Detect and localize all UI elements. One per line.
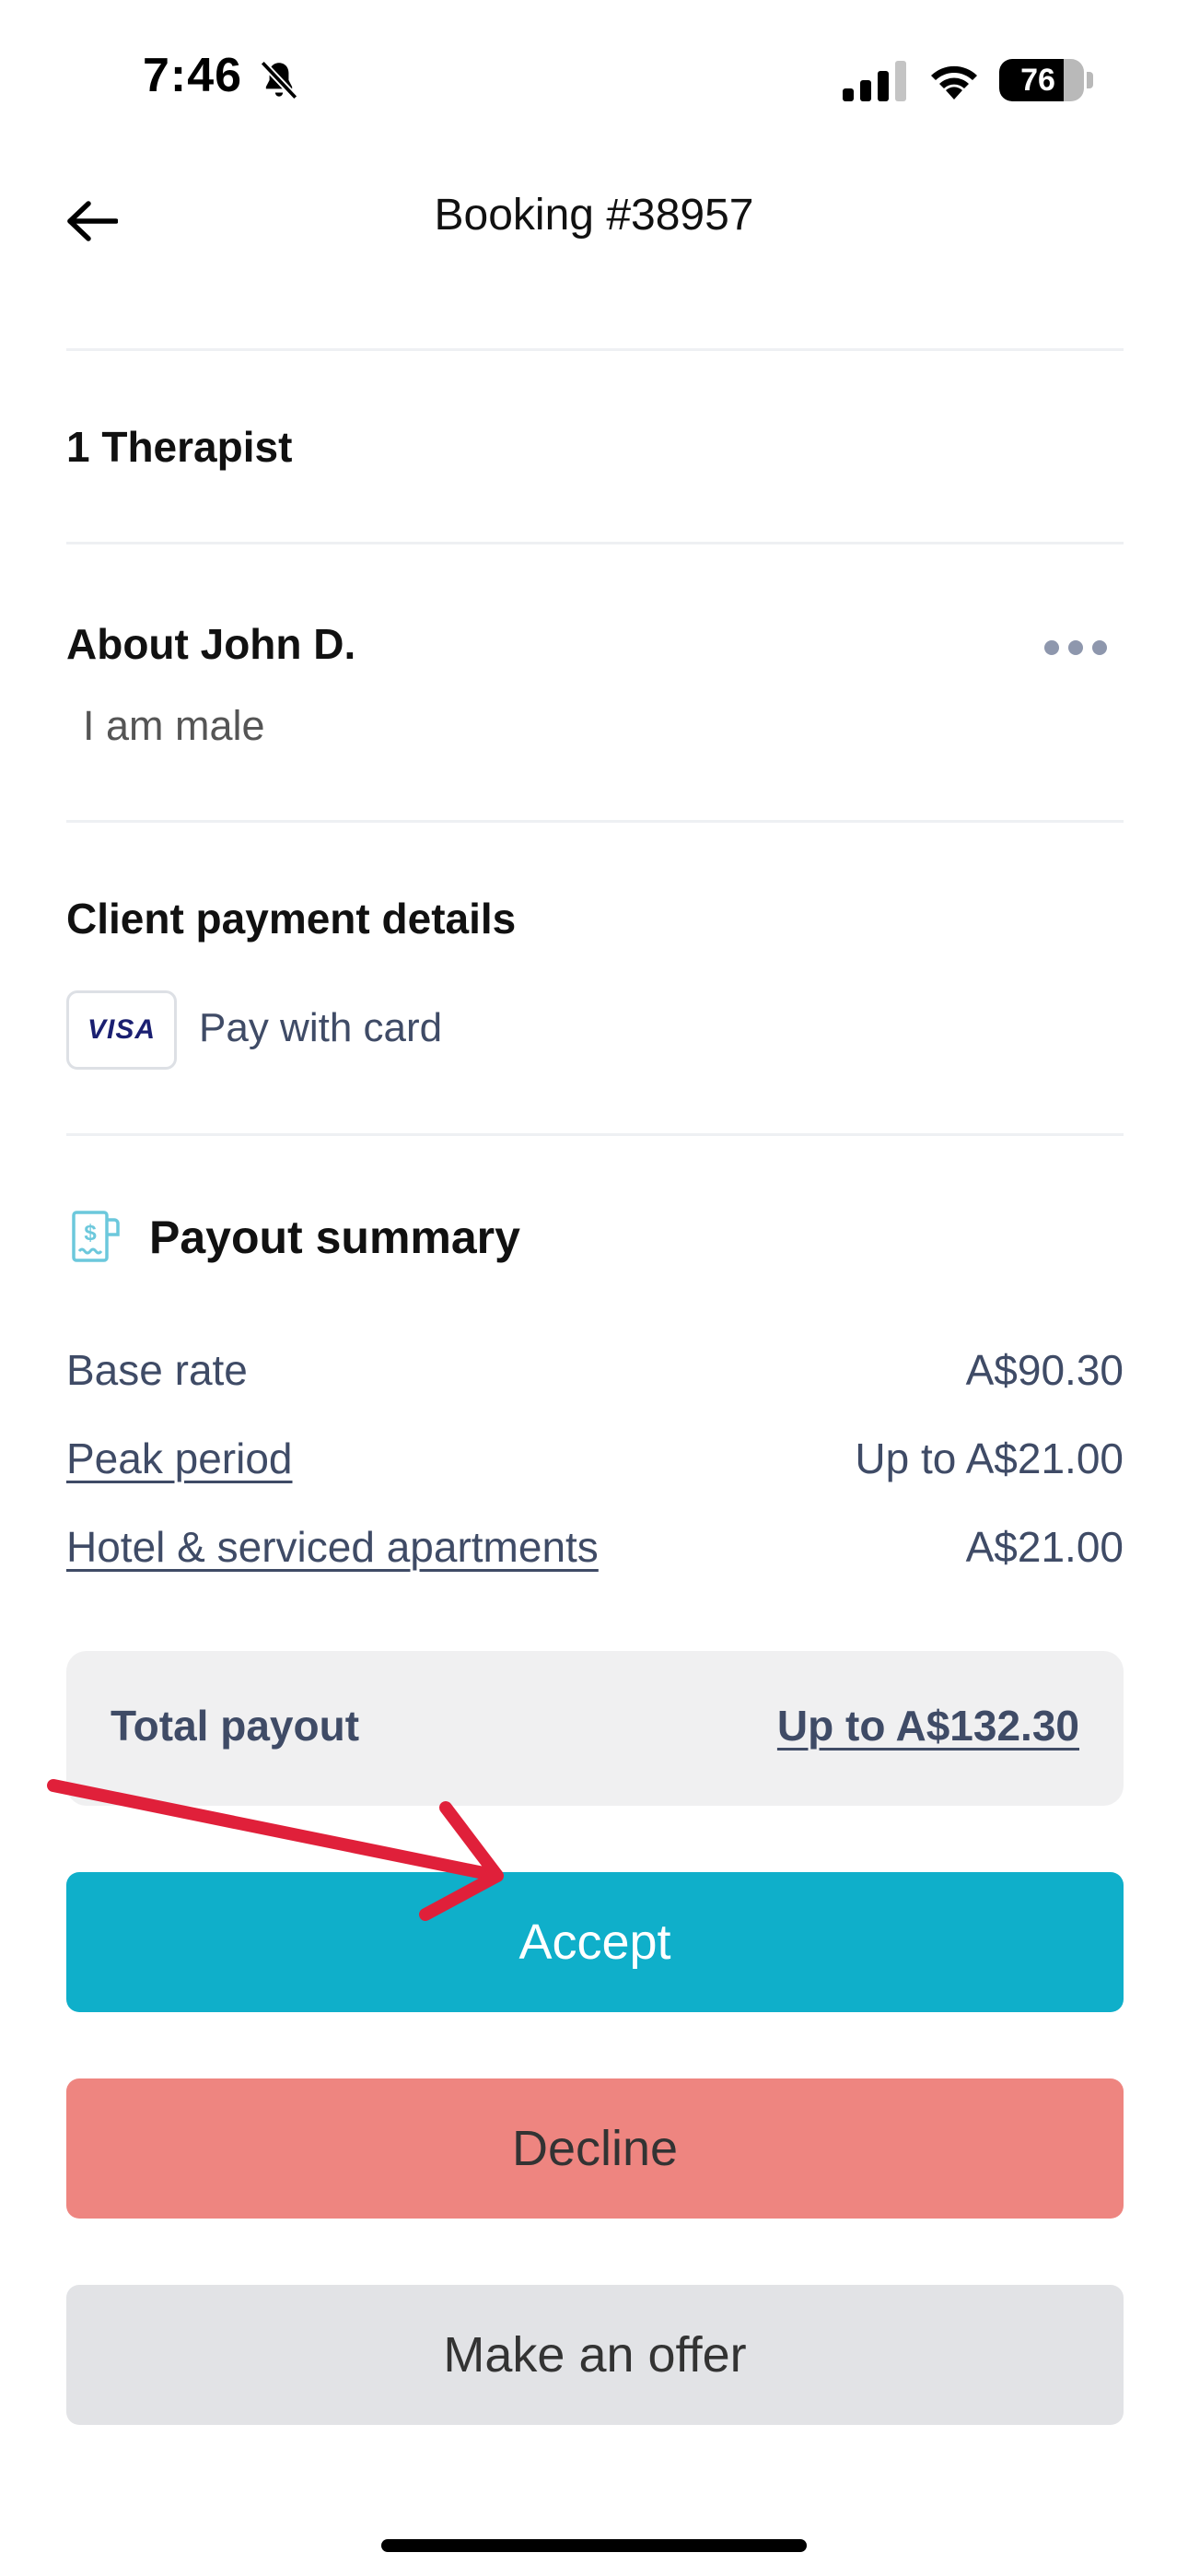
battery-level: 76 — [1020, 62, 1055, 98]
about-text: I am male — [83, 702, 265, 749]
line-value: Up to A$21.00 — [855, 1434, 1124, 1482]
hotel-serviced-apartments-link[interactable]: Hotel & serviced apartments — [66, 1522, 599, 1572]
payment-method: Pay with card — [199, 1005, 443, 1050]
more-horizontal-icon — [1092, 640, 1107, 655]
more-horizontal-icon — [1044, 640, 1059, 655]
accept-button[interactable]: Accept — [66, 1872, 1124, 2012]
battery-icon: 76 — [999, 59, 1084, 101]
wifi-icon — [931, 65, 977, 100]
line-value: A$90.30 — [965, 1346, 1124, 1394]
decline-button[interactable]: Decline — [66, 2078, 1124, 2219]
battery-cap — [1087, 72, 1093, 88]
make-offer-button[interactable]: Make an offer — [66, 2285, 1124, 2425]
therapist-count: 1 Therapist — [66, 423, 293, 471]
status-time: 7:46 — [143, 49, 243, 102]
peak-period-link[interactable]: Peak period — [66, 1434, 293, 1483]
visa-card-icon: VISA — [66, 990, 177, 1070]
svg-text:$: $ — [84, 1221, 97, 1246]
divider — [66, 820, 1124, 823]
divider — [66, 1133, 1124, 1136]
payment-title: Client payment details — [66, 895, 517, 943]
divider — [66, 542, 1124, 544]
receipt-dollar-icon: $ — [72, 1211, 120, 1262]
divider — [66, 348, 1124, 351]
payout-line-hotel: Hotel & serviced apartments A$21.00 — [66, 1522, 1124, 1577]
home-indicator — [381, 2539, 807, 2552]
page-title: Booking #38957 — [434, 191, 754, 240]
payout-line-peak-period: Peak period Up to A$21.00 — [66, 1434, 1124, 1489]
more-options-button[interactable] — [1030, 625, 1122, 671]
payout-line-base-rate: Base rate A$90.30 — [66, 1345, 1124, 1400]
bell-slash-icon — [260, 60, 298, 100]
total-payout-label: Total payout — [111, 1702, 360, 1750]
line-label: Base rate — [66, 1346, 248, 1394]
about-title: About John D. — [66, 620, 356, 668]
total-payout-box: Total payout Up to A$132.30 — [66, 1651, 1124, 1806]
total-payout-value[interactable]: Up to A$132.30 — [777, 1701, 1079, 1751]
line-value: A$21.00 — [965, 1523, 1124, 1571]
cellular-signal-icon — [843, 61, 906, 101]
more-horizontal-icon — [1068, 640, 1083, 655]
status-bar: 7:46 76 — [0, 0, 1188, 157]
payout-summary-title: Payout summary — [149, 1212, 520, 1263]
